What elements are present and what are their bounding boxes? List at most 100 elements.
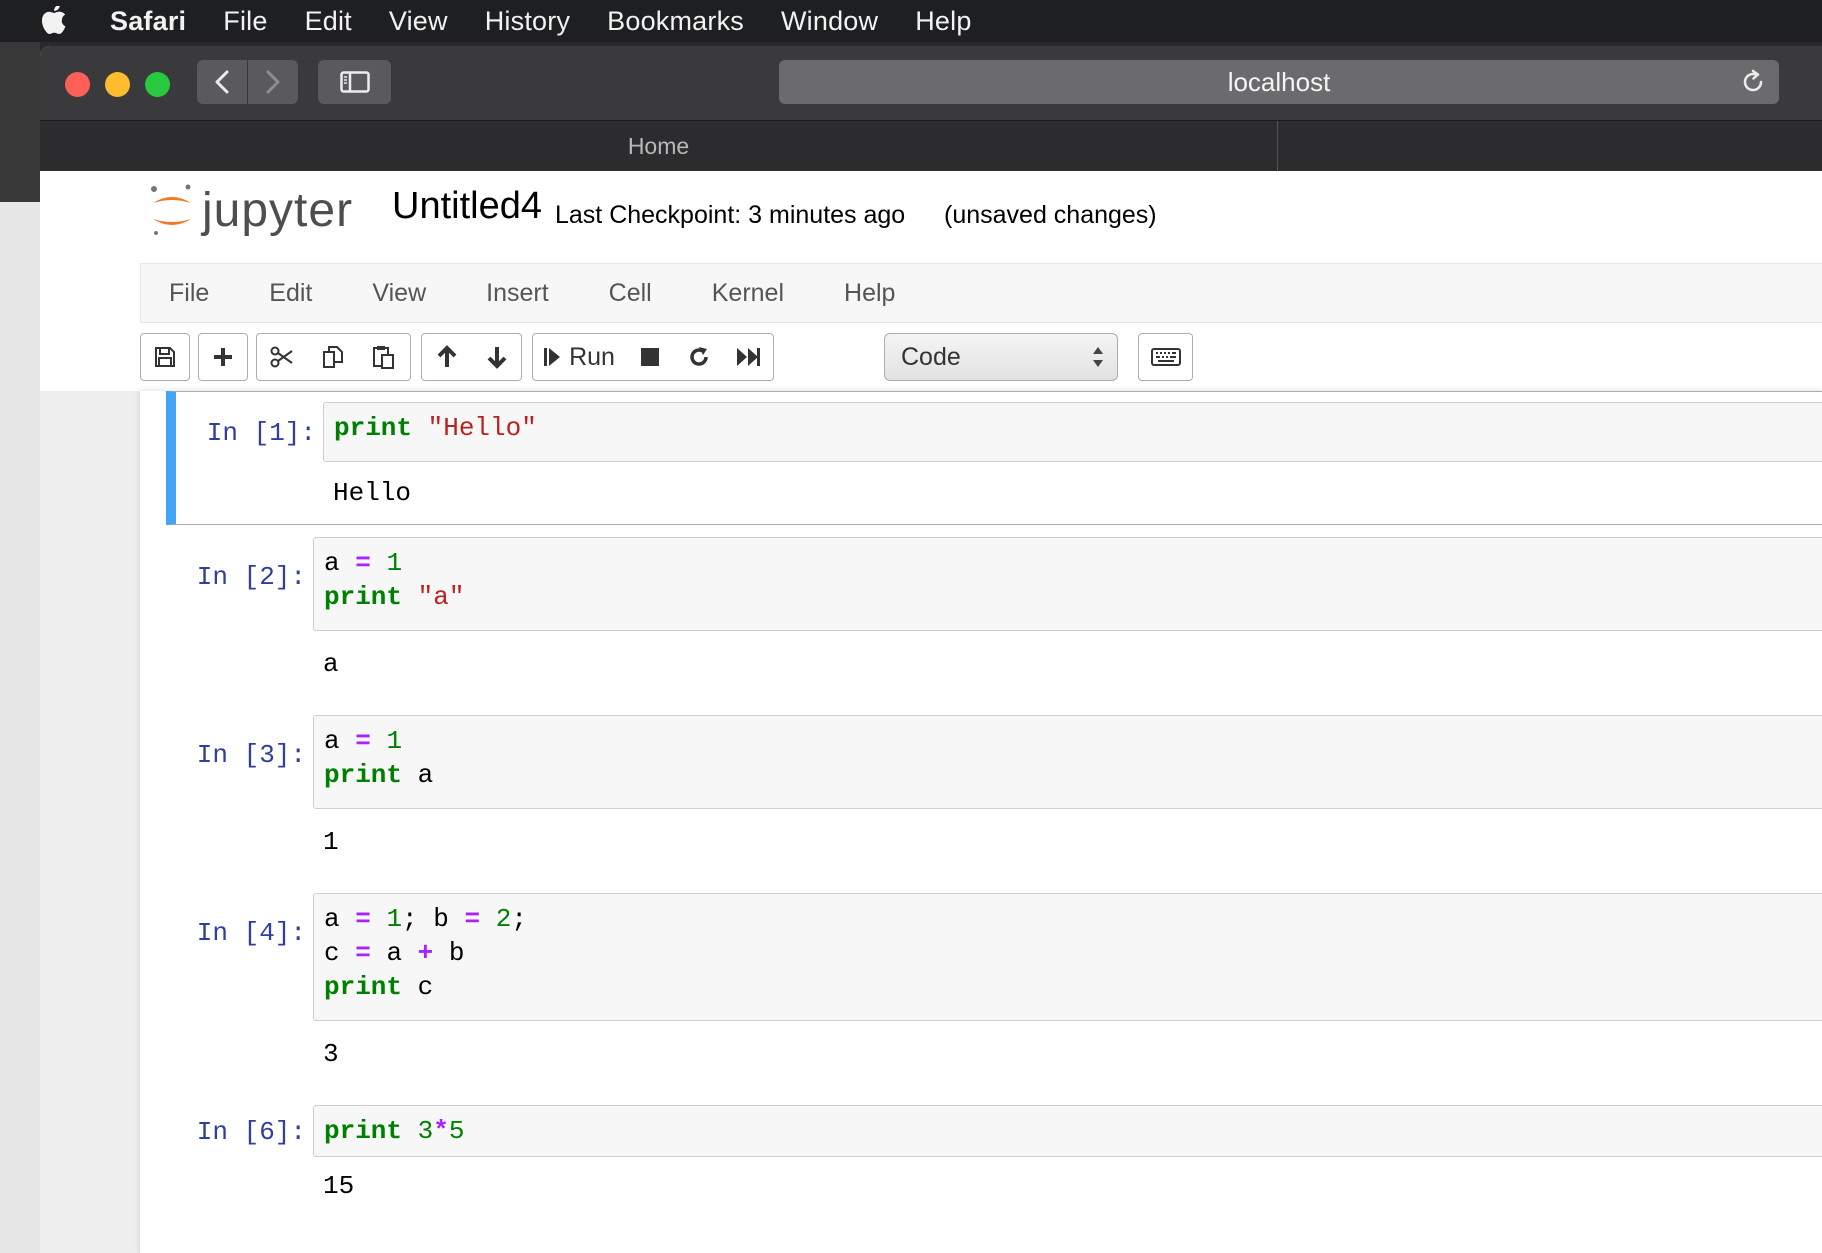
jupyter-menu-insert[interactable]: Insert <box>486 279 549 308</box>
code-number: 1 <box>386 726 403 756</box>
cell-input[interactable]: print 3*5 <box>313 1105 1822 1157</box>
cut-button[interactable] <box>256 333 308 381</box>
code-variable: a <box>324 904 340 934</box>
command-palette-button[interactable] <box>1138 333 1193 381</box>
chevron-left-icon <box>215 70 229 94</box>
restart-run-all-button[interactable] <box>723 333 774 381</box>
sidebar-icon <box>339 71 370 93</box>
cell-output: Hello <box>333 478 412 508</box>
code-cell[interactable]: In [4]: a = 1; b = 2; c = a + b print c … <box>166 893 1822 1093</box>
url-text: localhost <box>1227 66 1331 97</box>
menu-view[interactable]: View <box>389 6 448 37</box>
tab-title: Home <box>627 133 690 159</box>
code-number: 2 <box>495 904 512 934</box>
copy-icon <box>322 346 343 368</box>
plus-icon <box>214 348 232 366</box>
cell-input[interactable]: a = 1 print a <box>313 715 1822 809</box>
cell-input[interactable]: a = 1; b = 2; c = a + b print c <box>313 893 1822 1021</box>
menu-file[interactable]: File <box>223 6 267 37</box>
code-operator: = <box>355 726 371 756</box>
checkpoint-status: Last Checkpoint: 3 minutes ago <box>555 201 906 229</box>
apple-icon[interactable] <box>0 6 110 36</box>
cell-output: 1 <box>323 827 339 857</box>
address-bar[interactable]: localhost <box>779 60 1779 104</box>
save-button[interactable] <box>140 333 190 381</box>
move-down-button[interactable] <box>472 333 522 381</box>
safari-window: localhost Home jupyter Untitled4 Last Ch… <box>40 46 1822 1253</box>
reload-icon <box>1743 69 1763 92</box>
close-window-button[interactable] <box>65 72 90 97</box>
code-cell[interactable]: In [6]: print 3*5 15 <box>166 1105 1822 1245</box>
keyboard-icon <box>1150 348 1181 366</box>
code-operator: = <box>355 548 371 578</box>
code-cell[interactable]: In [3]: a = 1 print a 1 <box>166 715 1822 885</box>
menu-help[interactable]: Help <box>915 6 971 37</box>
jupyter-header: jupyter Untitled4 Last Checkpoint: 3 min… <box>40 171 1822 261</box>
sidebar-toggle-button[interactable] <box>318 60 391 104</box>
jupyter-logo-icon <box>151 184 191 235</box>
cell-input[interactable]: print "Hello" <box>323 402 1822 462</box>
code-variable: c <box>417 972 434 1002</box>
notebook-name[interactable]: Untitled4 <box>392 185 542 228</box>
menu-history[interactable]: History <box>485 6 570 37</box>
step-forward-icon <box>544 348 561 366</box>
code-cell[interactable]: In [1]: print "Hello" Hello <box>166 391 1822 525</box>
jupyter-logo-text: jupyter <box>202 183 354 237</box>
restart-icon <box>689 347 708 366</box>
jupyter-logo[interactable]: jupyter <box>148 181 353 239</box>
jupyter-menu-and-toolbar: File Edit View Insert Cell Kernel Help R… <box>40 261 1822 391</box>
cell-output: 15 <box>323 1171 355 1201</box>
interrupt-kernel-button[interactable] <box>625 333 675 381</box>
code-operator: + <box>417 938 434 968</box>
code-keyword: print <box>324 760 403 790</box>
forward-button[interactable] <box>247 60 297 104</box>
code-cell[interactable]: In [2]: a = 1 print "a" a <box>166 537 1822 707</box>
background-window <box>0 42 40 1253</box>
code-number: 3 <box>417 1116 434 1146</box>
jupyter-menu-cell[interactable]: Cell <box>609 279 652 308</box>
code-variable: a <box>324 726 340 756</box>
jupyter-menu-kernel[interactable]: Kernel <box>712 279 784 308</box>
jupyter-menu-file[interactable]: File <box>169 279 209 308</box>
jupyter-page: jupyter Untitled4 Last Checkpoint: 3 min… <box>40 171 1822 1253</box>
code-variable: a <box>386 938 403 968</box>
jupyter-menubar: File Edit View Insert Cell Kernel Help <box>140 263 1822 323</box>
minimize-window-button[interactable] <box>105 72 130 97</box>
cell-type-value: Code <box>901 342 961 371</box>
jupyter-menu-help[interactable]: Help <box>844 279 895 308</box>
cell-output: 3 <box>323 1039 339 1069</box>
paste-button[interactable] <box>358 333 411 381</box>
menu-safari[interactable]: Safari <box>110 6 186 37</box>
code-number: 5 <box>448 1116 465 1146</box>
menu-bookmarks[interactable]: Bookmarks <box>607 6 744 37</box>
code-operator: = <box>464 904 481 934</box>
tab-bar: Home <box>40 120 1822 172</box>
code-variable: b <box>448 938 465 968</box>
arrow-up-icon <box>437 345 457 367</box>
menu-window[interactable]: Window <box>781 6 878 37</box>
cell-output: a <box>323 649 339 679</box>
input-prompt: In [4]: <box>196 918 306 948</box>
jupyter-menu-edit[interactable]: Edit <box>269 279 312 308</box>
jupyter-menu-view[interactable]: View <box>372 279 426 308</box>
code-variable: a <box>417 760 434 790</box>
fast-forward-icon <box>737 348 760 366</box>
autosave-status: (unsaved changes) <box>944 201 1157 229</box>
run-button[interactable]: Run <box>532 333 626 381</box>
move-up-button[interactable] <box>421 333 473 381</box>
restart-kernel-button[interactable] <box>674 333 724 381</box>
zoom-window-button[interactable] <box>145 72 170 97</box>
input-prompt: In [3]: <box>196 740 306 770</box>
tab-home[interactable]: Home <box>40 121 1278 172</box>
notebook-container: In [1]: print "Hello" Hello In [2]: a = … <box>140 391 1822 1253</box>
code-variable: b <box>433 904 449 934</box>
insert-cell-button[interactable] <box>198 333 248 381</box>
cell-type-select[interactable]: Code <box>884 333 1118 381</box>
code-punctuation: ; <box>402 904 418 934</box>
back-button[interactable] <box>197 60 247 104</box>
code-operator: * <box>433 1116 449 1146</box>
cell-input[interactable]: a = 1 print "a" <box>313 537 1822 631</box>
copy-button[interactable] <box>307 333 359 381</box>
reload-button[interactable] <box>1739 68 1767 103</box>
menu-edit[interactable]: Edit <box>305 6 352 37</box>
